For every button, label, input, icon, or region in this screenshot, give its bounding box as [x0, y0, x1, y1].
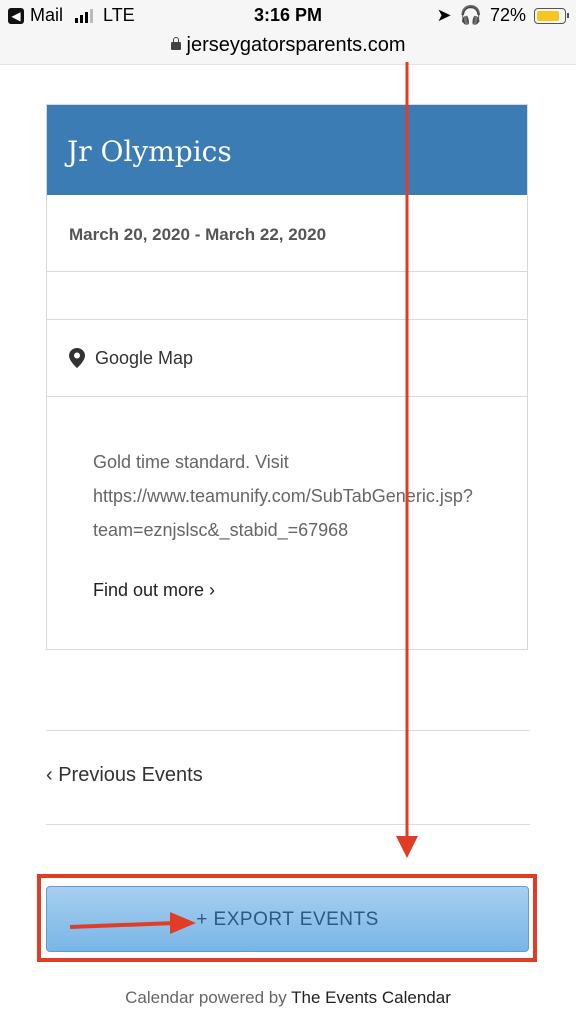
description-line: Gold time standard. Visit [93, 452, 289, 472]
divider [46, 824, 530, 825]
map-pin-icon [69, 348, 85, 368]
event-dates: March 20, 2020 - March 22, 2020 [47, 195, 527, 272]
google-map-label: Google Map [95, 347, 194, 368]
find-out-more-link[interactable]: Find out more › [93, 573, 527, 607]
previous-events-link[interactable]: ‹ Previous Events [46, 764, 203, 787]
event-card: Jr Olympics March 20, 2020 - March 22, 2… [46, 104, 528, 650]
divider [46, 730, 530, 731]
description-line: team=eznjslsc&_stabid_=67968 [93, 520, 349, 540]
location-arrow-icon: ➤ [436, 5, 452, 25]
events-calendar-link[interactable]: The Events Calendar [291, 988, 451, 1007]
event-description: Gold time standard. Visit https://www.te… [47, 397, 527, 607]
google-map-link[interactable]: Google Map [47, 320, 527, 397]
footer-prefix: Calendar powered by [125, 988, 292, 1007]
event-title[interactable]: Jr Olympics [47, 105, 527, 195]
description-line: https://www.teamunify.com/SubTabGeneric.… [93, 486, 473, 506]
url-domain: jerseygatorsparents.com [186, 34, 406, 56]
event-empty-row [47, 272, 527, 320]
battery-percent: 72% [489, 5, 526, 25]
lock-icon [170, 37, 181, 50]
battery-icon [534, 7, 569, 24]
url-bar[interactable]: jerseygatorsparents.com [0, 34, 576, 65]
status-bar: ◀ Mail LTE 3:16 PM ➤ 🎧 72% [0, 0, 576, 34]
footer-credit: Calendar powered by The Events Calendar [0, 988, 576, 1008]
headphones-icon: 🎧 [459, 5, 482, 25]
export-events-button[interactable]: + EXPORT EVENTS [46, 886, 529, 952]
